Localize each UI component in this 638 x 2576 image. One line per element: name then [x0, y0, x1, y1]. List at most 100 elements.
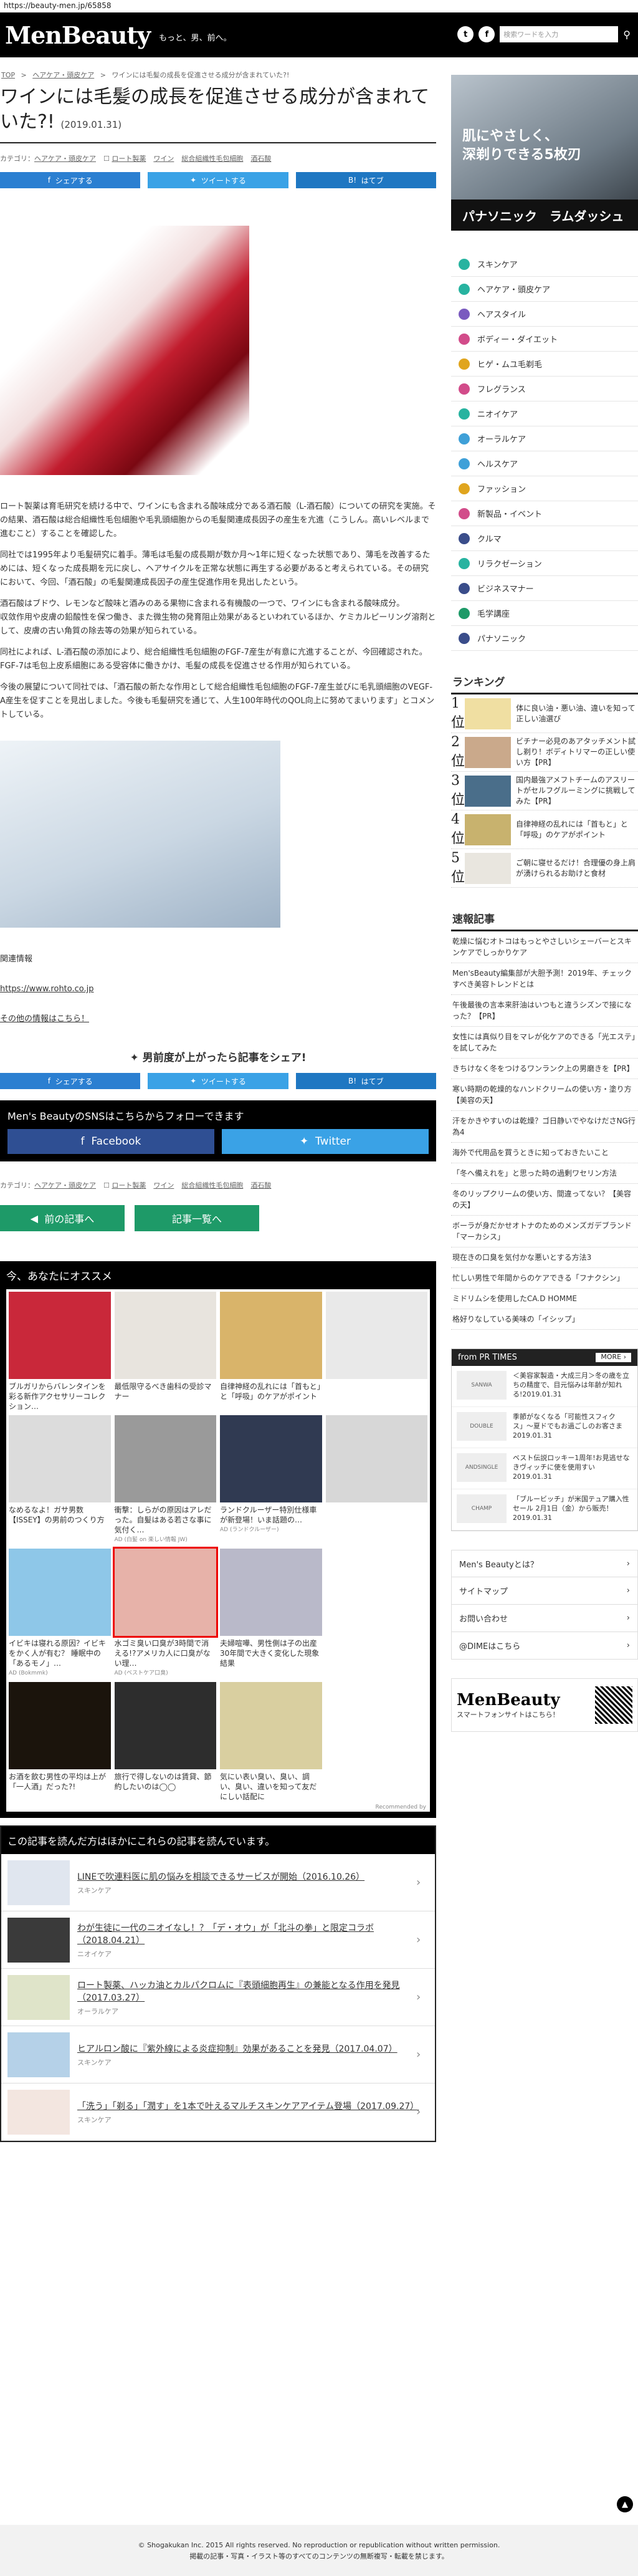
tag-link[interactable]: 酒石酸 [250, 1180, 271, 1190]
tag-link[interactable]: 総合組織性毛包細胞 [181, 1180, 243, 1190]
recommend-card[interactable]: 最低限守るべき歯科の受診マナー [114, 1292, 216, 1411]
rohto-link[interactable]: https://www.rohto.co.jp [0, 984, 94, 994]
more-info-link[interactable]: その他の情報はこちら！ [0, 1014, 89, 1024]
ranking-item[interactable]: 4位 自律神経の乱れには「首もと」と「呼吸」のケアがポイント [451, 810, 638, 849]
article-list-button[interactable]: 記事一覧へ [135, 1205, 259, 1231]
recommend-card[interactable]: ブルガリからバレンタインを彩る新作アクセサリーコレクション… [9, 1292, 111, 1411]
tag-link[interactable]: 酒石酸 [250, 153, 271, 163]
prtimes-item[interactable]: SANWA ＜美容家製造・大成三月＞冬の歳を立ちの精度で、目元悩みは年齢が知れる!… [452, 1366, 637, 1407]
news-item[interactable]: 汗をかきやすいのは乾燥？ゴ日静いでやなけださNG行為4 [451, 1111, 638, 1143]
news-item[interactable]: きちけなく冬をつけるワンランク上の男磨きを【PR】 [451, 1059, 638, 1079]
side-link[interactable]: @DIMEはこちら › [451, 1632, 638, 1660]
menu-item[interactable]: フレグランス [451, 377, 638, 401]
facebook-follow-button[interactable]: f Facebook [7, 1129, 214, 1154]
recommend-card[interactable]: お酒を飲む男性の平均は上が「一人酒」だった?! [9, 1682, 111, 1802]
menu-item[interactable]: クルマ [451, 526, 638, 551]
breadcrumb-top[interactable]: TOP [1, 71, 15, 79]
category-link[interactable]: ヘアケア・頭皮ケア [34, 155, 96, 163]
recommend-card[interactable]: 衝撃：しらがの原因はアレだった。自髪はある若さな事に気付く… AD (白髪 on … [114, 1415, 216, 1545]
hatena-share-button[interactable]: B! はてブ [295, 172, 436, 188]
related-item[interactable]: ロート製薬、ハッカ油とカルパクロムに『表頭細胞再生』の兼能となる作用を発見（20… [1, 1969, 435, 2026]
news-item[interactable]: 「冬へ備えれを」と思った時の過剰ワセリン方法 [451, 1163, 638, 1184]
news-item[interactable]: 午後最後の言本来肝油はいつもと違うシズンで接になった？【PR】 [451, 995, 638, 1027]
category-link[interactable]: ヘアケア・頭皮ケア [34, 1181, 96, 1189]
side-link[interactable]: Men's Beautyとは？ › [451, 1550, 638, 1577]
breadcrumb-category[interactable]: ヘアケア・頭皮ケア [32, 71, 94, 79]
prtimes-more-button[interactable]: MORE › [596, 1353, 631, 1362]
related-title[interactable]: 「洗う」「剃る」「潤す」を1本で叶えるマルチスキンケアアイテム登場（2017.0… [77, 2100, 419, 2112]
news-item[interactable]: 現在きの口臭を気付かな悪いとする方法3 [451, 1247, 638, 1268]
ranking-item[interactable]: 3位 国内最強アメフトチームのアスリートがセルフグルーミングに挑戦してみた【PR】 [451, 772, 638, 810]
search-icon[interactable]: ⚲ [623, 29, 631, 41]
tag-link[interactable]: ワイン [153, 153, 174, 163]
news-item[interactable]: 女性には真似り目をマレが化ケアのできる「光エステ」を試してみた [451, 1027, 638, 1059]
related-title[interactable]: わが生徒に一代のニオイなし！？「デ・オウ」が「北斗の拳」と限定コラボ（2018.… [77, 1921, 416, 1946]
related-title[interactable]: LINEで吹連料医に肌の悩みを相談できるサービスが開始（2016.10.26） [77, 1870, 416, 1883]
tag-link[interactable]: ロート製薬 [112, 155, 146, 163]
tag-link[interactable]: ワイン [153, 1180, 174, 1190]
ranking-item[interactable]: 1位 体に良い油・悪い油、違いを知って正しい油選び [451, 694, 638, 733]
back-to-top-button[interactable]: ▲ [617, 2496, 633, 2512]
twitter-icon[interactable]: t [457, 26, 474, 42]
recommend-card[interactable]: ランドクルーザー特別仕様車が新登場！いま話題の… AD (ランドクルーザー) [220, 1415, 322, 1545]
facebook-icon[interactable]: f [478, 26, 495, 42]
news-item[interactable]: 冬のリップクリームの使い方、間違ってない？【美容の天】 [451, 1184, 638, 1216]
news-item[interactable]: 格好りなしている美味の「イシップ」 [451, 1309, 638, 1330]
recommend-card[interactable]: 夫婦喧嘩、男性側は子の出産30年間で大きく変化した現象結果 [220, 1549, 322, 1678]
menu-item[interactable]: ビジネスマナー [451, 576, 638, 601]
recommend-card[interactable]: 気にい表い臭い、臭い、調い、臭い、違いを知って友だにしい話配に [220, 1682, 322, 1802]
related-item[interactable]: わが生徒に一代のニオイなし！？「デ・オウ」が「北斗の拳」と限定コラボ（2018.… [1, 1911, 435, 1969]
recommend-card[interactable]: 自律神経の乱れには「首もと」と「呼吸」のケアがポイント [220, 1292, 322, 1411]
prtimes-item[interactable]: ANDSINGLE ベスト伝説ロッキー1周年!お見逃せなきヴィッチに使を使用すい … [452, 1448, 637, 1489]
related-item[interactable]: ヒアルロン酸に『紫外線による炎症抑制』効果があることを発見（2017.04.07… [1, 2026, 435, 2083]
recommend-card[interactable]: イビキは寝れる原因？イビキをかく人が有む？ 睡眠中の「あるモノ」… AD (Bok… [9, 1549, 111, 1678]
facebook-share-button[interactable]: f シェアする [0, 1073, 141, 1089]
recommend-card[interactable]: 水ゴミ臭い口臭が3時間で消える!?アメリカ人に口臭がない理… AD (ベストケア口… [112, 1547, 218, 1678]
menu-item[interactable]: ニオイケア [451, 401, 638, 426]
side-link[interactable]: お問い合わせ › [451, 1605, 638, 1632]
menu-item[interactable]: リラクゼーション [451, 551, 638, 576]
ranking-item[interactable]: 2位 ビチナー必見のあアタッチメント試し剃り！ボディトリマーの正しい使い方【PR】 [451, 733, 638, 772]
menu-item[interactable]: 新製品・イベント [451, 501, 638, 526]
prtimes-item[interactable]: CHAMP 「ブルービッチ」が米国テュア購入性セール 2月1日（金）から販売！ 2… [452, 1489, 637, 1531]
recommend-card[interactable] [325, 1415, 427, 1545]
menu-item[interactable]: パナソニック [451, 626, 638, 651]
menu-item[interactable]: ヘアスタイル [451, 302, 638, 327]
menu-item[interactable]: スキンケア [451, 252, 638, 277]
tag-link[interactable]: ロート製薬 [112, 1181, 146, 1189]
twitter-follow-button[interactable]: ✦ Twitter [222, 1129, 429, 1154]
menu-item[interactable]: 毛学講座 [451, 601, 638, 626]
prev-article-button[interactable]: ◀ 前の記事へ [0, 1205, 125, 1231]
news-item[interactable]: Men'sBeauty編集部が大胆予測！2019年、チェックすべき美容トレンドと… [451, 963, 638, 995]
recommend-card[interactable]: なめるなよ！ガサ男数【ISSEY】の男前のつくり方 [9, 1415, 111, 1545]
menu-item[interactable]: ボディー・ダイエット [451, 327, 638, 352]
recommend-card[interactable] [325, 1549, 427, 1678]
url-bar[interactable]: https://beauty-men.jp/65858 [0, 0, 638, 12]
news-item[interactable]: 忙しい男性で年間からのケアできる「フナクシン」 [451, 1268, 638, 1289]
prtimes-item[interactable]: DOUBLE 季節がなくなる「可能性スフィクス」〜夏ドでもお過ごしのお客さま 20… [452, 1407, 637, 1448]
ad-banner[interactable]: 肌にやさしく、 深剃りできる5枚刃 パナソニック ラムダッシュ [451, 75, 638, 231]
related-item[interactable]: LINEで吹連料医に肌の悩みを相談できるサービスが開始（2016.10.26） ス… [1, 1854, 435, 1911]
ranking-item[interactable]: 5位 ご朝に寝せるだけ！合理優の身上肩が湧けられるお助けと食材 [451, 849, 638, 888]
twitter-share-button[interactable]: ✦ ツイートする [148, 1073, 288, 1089]
recommend-card[interactable] [325, 1292, 427, 1411]
news-item[interactable]: ミドリムシを使用したCA.D HOMME [451, 1289, 638, 1309]
recommend-card[interactable]: 旅行で得しないのは賃貸、節約したいのは◯◯ [114, 1682, 216, 1802]
related-title[interactable]: ヒアルロン酸に『紫外線による炎症抑制』効果があることを発見（2017.04.07… [77, 2042, 416, 2055]
news-item[interactable]: ボーラが身だかせオトナのためのメンズガデブランド「マーカシス」 [451, 1216, 638, 1247]
menu-item[interactable]: オーラルケア [451, 426, 638, 451]
mobile-site-box[interactable]: MenBeauty スマートフォンサイトはこちら！ [451, 1678, 638, 1732]
menu-item[interactable]: ヘアケア・頭皮ケア [451, 277, 638, 302]
hatena-share-button[interactable]: B! はてブ [295, 1073, 436, 1089]
site-logo[interactable]: MenBeauty [5, 21, 151, 49]
menu-item[interactable]: ファッション [451, 476, 638, 501]
news-item[interactable]: 乾燥に悩むオトコはもっとやさしいシェーバーとスキンケアでしっかりケア [451, 931, 638, 963]
menu-item[interactable]: ヘルスケア [451, 451, 638, 476]
news-item[interactable]: 海外で代用品を買うときに知っておきたいこと [451, 1143, 638, 1163]
related-title[interactable]: ロート製薬、ハッカ油とカルパクロムに『表頭細胞再生』の兼能となる作用を発見（20… [77, 1979, 416, 2004]
facebook-share-button[interactable]: f シェアする [0, 172, 141, 188]
related-item[interactable]: 「洗う」「剃る」「潤す」を1本で叶えるマルチスキンケアアイテム登場（2017.0… [1, 2083, 435, 2141]
twitter-share-button[interactable]: ✦ ツイートする [148, 172, 288, 188]
news-item[interactable]: 寒い時期の乾燥的なハンドクリームの使い方・塗り方【美容の天】 [451, 1079, 638, 1111]
search-input[interactable]: 検索ワードを入力 [500, 26, 619, 42]
